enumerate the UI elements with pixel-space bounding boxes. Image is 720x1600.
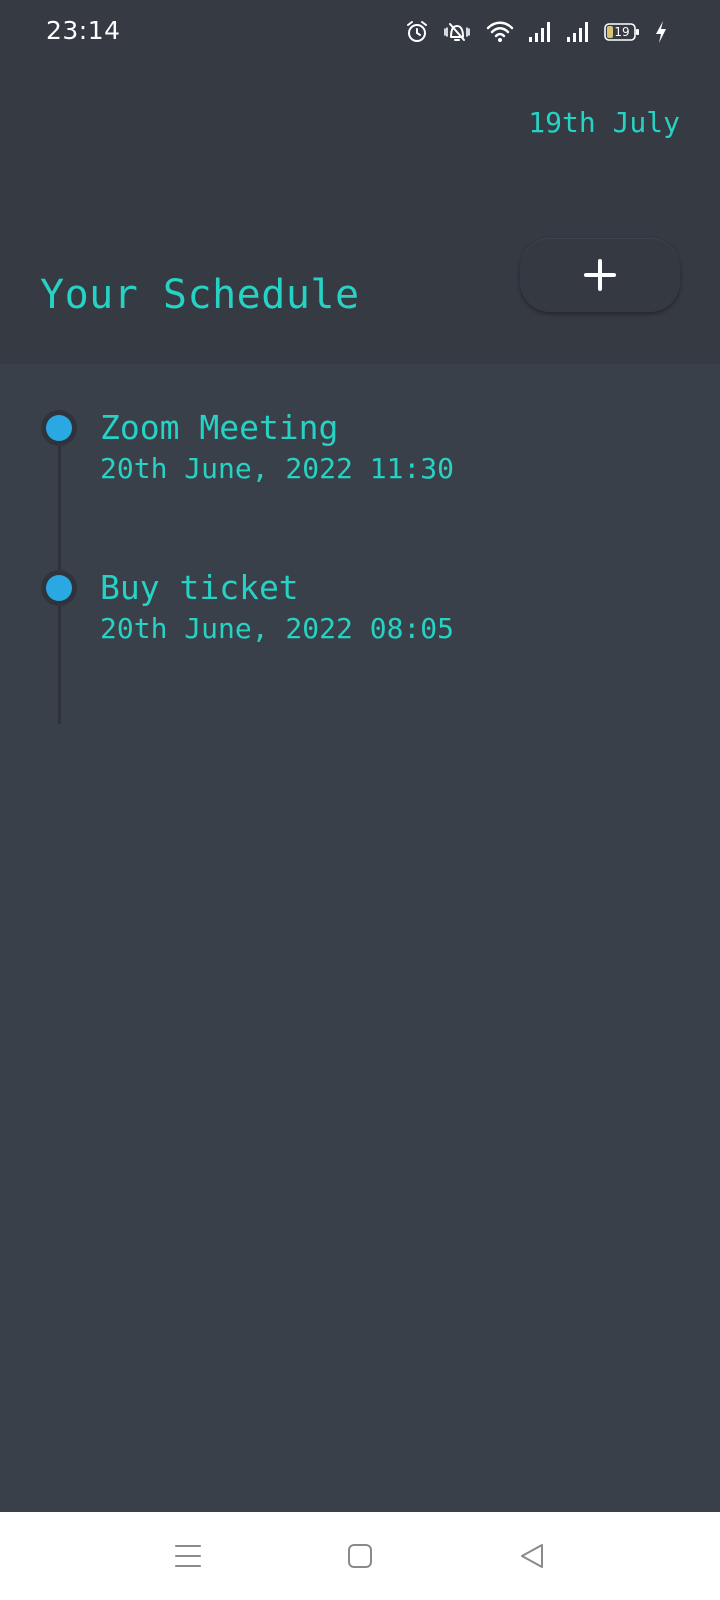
- alarm-icon: [407, 21, 427, 42]
- status-bar: 23:14 19: [0, 0, 720, 64]
- back-button[interactable]: [508, 1532, 556, 1580]
- schedule-item-title: Buy ticket: [100, 568, 299, 607]
- battery-icon: 19: [604, 22, 640, 42]
- vibrate-silent-icon: [444, 23, 470, 41]
- timeline-dot: [41, 570, 77, 606]
- navigation-bar: [0, 1512, 720, 1600]
- plus-icon: [584, 259, 616, 291]
- home-button[interactable]: [336, 1532, 384, 1580]
- back-icon: [521, 1544, 543, 1568]
- page-title: Your Schedule: [40, 272, 360, 318]
- menu-button[interactable]: [164, 1532, 212, 1580]
- status-time: 23:14: [46, 16, 121, 45]
- current-date: 19th July: [528, 106, 680, 139]
- header: 23:14 19 19th July Your Schedule: [0, 0, 720, 364]
- charging-icon: [656, 21, 666, 43]
- battery-level: 19: [614, 25, 630, 39]
- status-icons: 19: [406, 18, 668, 46]
- schedule-item-title: Zoom Meeting: [100, 408, 339, 447]
- schedule-item-datetime: 20th June, 2022 08:05: [100, 612, 455, 645]
- schedule-item[interactable]: Zoom Meeting 20th June, 2022 11:30: [0, 406, 720, 506]
- schedule-item[interactable]: Buy ticket 20th June, 2022 08:05: [0, 566, 720, 666]
- signal-icon: [529, 22, 550, 42]
- menu-icon: [175, 1545, 201, 1567]
- home-icon: [348, 1544, 372, 1568]
- timeline-dot: [41, 410, 77, 446]
- add-task-button[interactable]: [520, 238, 680, 312]
- signal-icon: [567, 22, 588, 42]
- wifi-icon: [486, 21, 514, 42]
- schedule-item-datetime: 20th June, 2022 11:30: [100, 452, 455, 485]
